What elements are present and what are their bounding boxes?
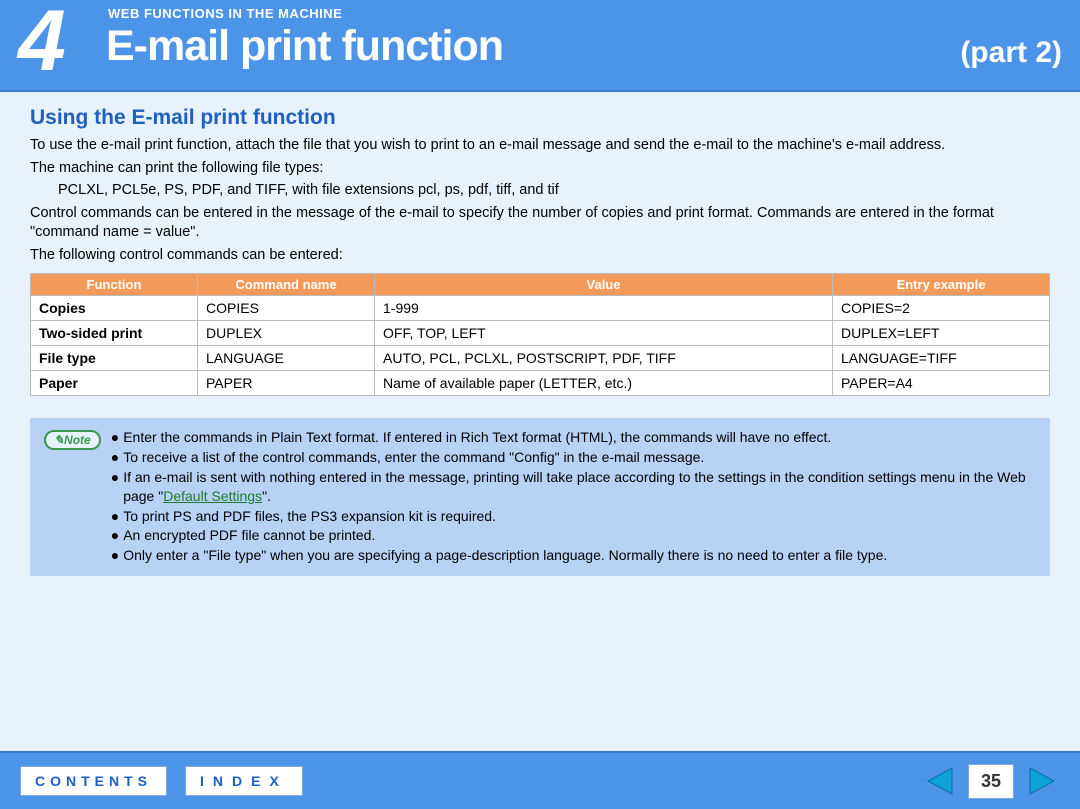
table-row: Copies COPIES 1-999 COPIES=2 (31, 296, 1050, 321)
col-value: Value (375, 274, 833, 296)
default-settings-link[interactable]: Default Settings (163, 488, 262, 504)
cell-value: 1-999 (375, 296, 833, 321)
page-number: 35 (968, 764, 1014, 799)
cell-function: Paper (31, 371, 198, 396)
part-label: (part 2) (960, 36, 1062, 70)
footer-bar: CONTENTS INDEX 35 (0, 751, 1080, 809)
body-paragraph: Control commands can be entered in the m… (30, 204, 1050, 243)
body-paragraph: To use the e-mail print function, attach… (30, 136, 1050, 156)
index-button[interactable]: INDEX (185, 766, 303, 796)
cell-example: COPIES=2 (833, 296, 1050, 321)
cell-example: LANGUAGE=TIFF (833, 346, 1050, 371)
cell-example: DUPLEX=LEFT (833, 321, 1050, 346)
cell-command: PAPER (198, 371, 375, 396)
cell-command: DUPLEX (198, 321, 375, 346)
list-item: ●To print PS and PDF files, the PS3 expa… (111, 507, 1036, 527)
cell-value: Name of available paper (LETTER, etc.) (375, 371, 833, 396)
table-row: Paper PAPER Name of available paper (LET… (31, 371, 1050, 396)
cell-function: File type (31, 346, 198, 371)
commands-table: Function Command name Value Entry exampl… (30, 273, 1050, 396)
section-title: Using the E-mail print function (30, 106, 1050, 130)
cell-function: Copies (31, 296, 198, 321)
chapter-label: WEB FUNCTIONS IN THE MACHINE (108, 6, 342, 21)
list-item: ●An encrypted PDF file cannot be printed… (111, 526, 1036, 546)
note-box: ✎Note ●Enter the commands in Plain Text … (30, 418, 1050, 575)
cell-command: COPIES (198, 296, 375, 321)
col-function: Function (31, 274, 198, 296)
triangle-right-icon (1026, 766, 1056, 796)
content-area: Using the E-mail print function To use t… (0, 92, 1080, 586)
table-row: File type LANGUAGE AUTO, PCL, PCLXL, POS… (31, 346, 1050, 371)
note-list: ●Enter the commands in Plain Text format… (111, 428, 1036, 565)
body-paragraph: The following control commands can be en… (30, 246, 1050, 266)
cell-value: AUTO, PCL, PCLXL, POSTSCRIPT, PDF, TIFF (375, 346, 833, 371)
cell-function: Two-sided print (31, 321, 198, 346)
list-item: ●Only enter a "File type" when you are s… (111, 546, 1036, 566)
chapter-header: 4 WEB FUNCTIONS IN THE MACHINE E-mail pr… (0, 0, 1080, 92)
prev-page-button[interactable] (926, 766, 956, 796)
contents-button[interactable]: CONTENTS (20, 766, 167, 796)
page-title: E-mail print function (106, 22, 503, 71)
next-page-button[interactable] (1026, 766, 1056, 796)
triangle-left-icon (926, 766, 956, 796)
col-command-name: Command name (198, 274, 375, 296)
list-item: ●Enter the commands in Plain Text format… (111, 428, 1036, 448)
cell-command: LANGUAGE (198, 346, 375, 371)
table-row: Two-sided print DUPLEX OFF, TOP, LEFT DU… (31, 321, 1050, 346)
col-entry-example: Entry example (833, 274, 1050, 296)
list-item: ●To receive a list of the control comman… (111, 448, 1036, 468)
table-header-row: Function Command name Value Entry exampl… (31, 274, 1050, 296)
cell-value: OFF, TOP, LEFT (375, 321, 833, 346)
list-item: ●If an e-mail is sent with nothing enter… (111, 468, 1036, 507)
body-paragraph: The machine can print the following file… (30, 159, 1050, 179)
chapter-number: 4 (18, 0, 66, 84)
cell-example: PAPER=A4 (833, 371, 1050, 396)
body-paragraph: PCLXL, PCL5e, PS, PDF, and TIFF, with fi… (30, 181, 1050, 201)
note-icon: ✎Note (44, 430, 101, 450)
